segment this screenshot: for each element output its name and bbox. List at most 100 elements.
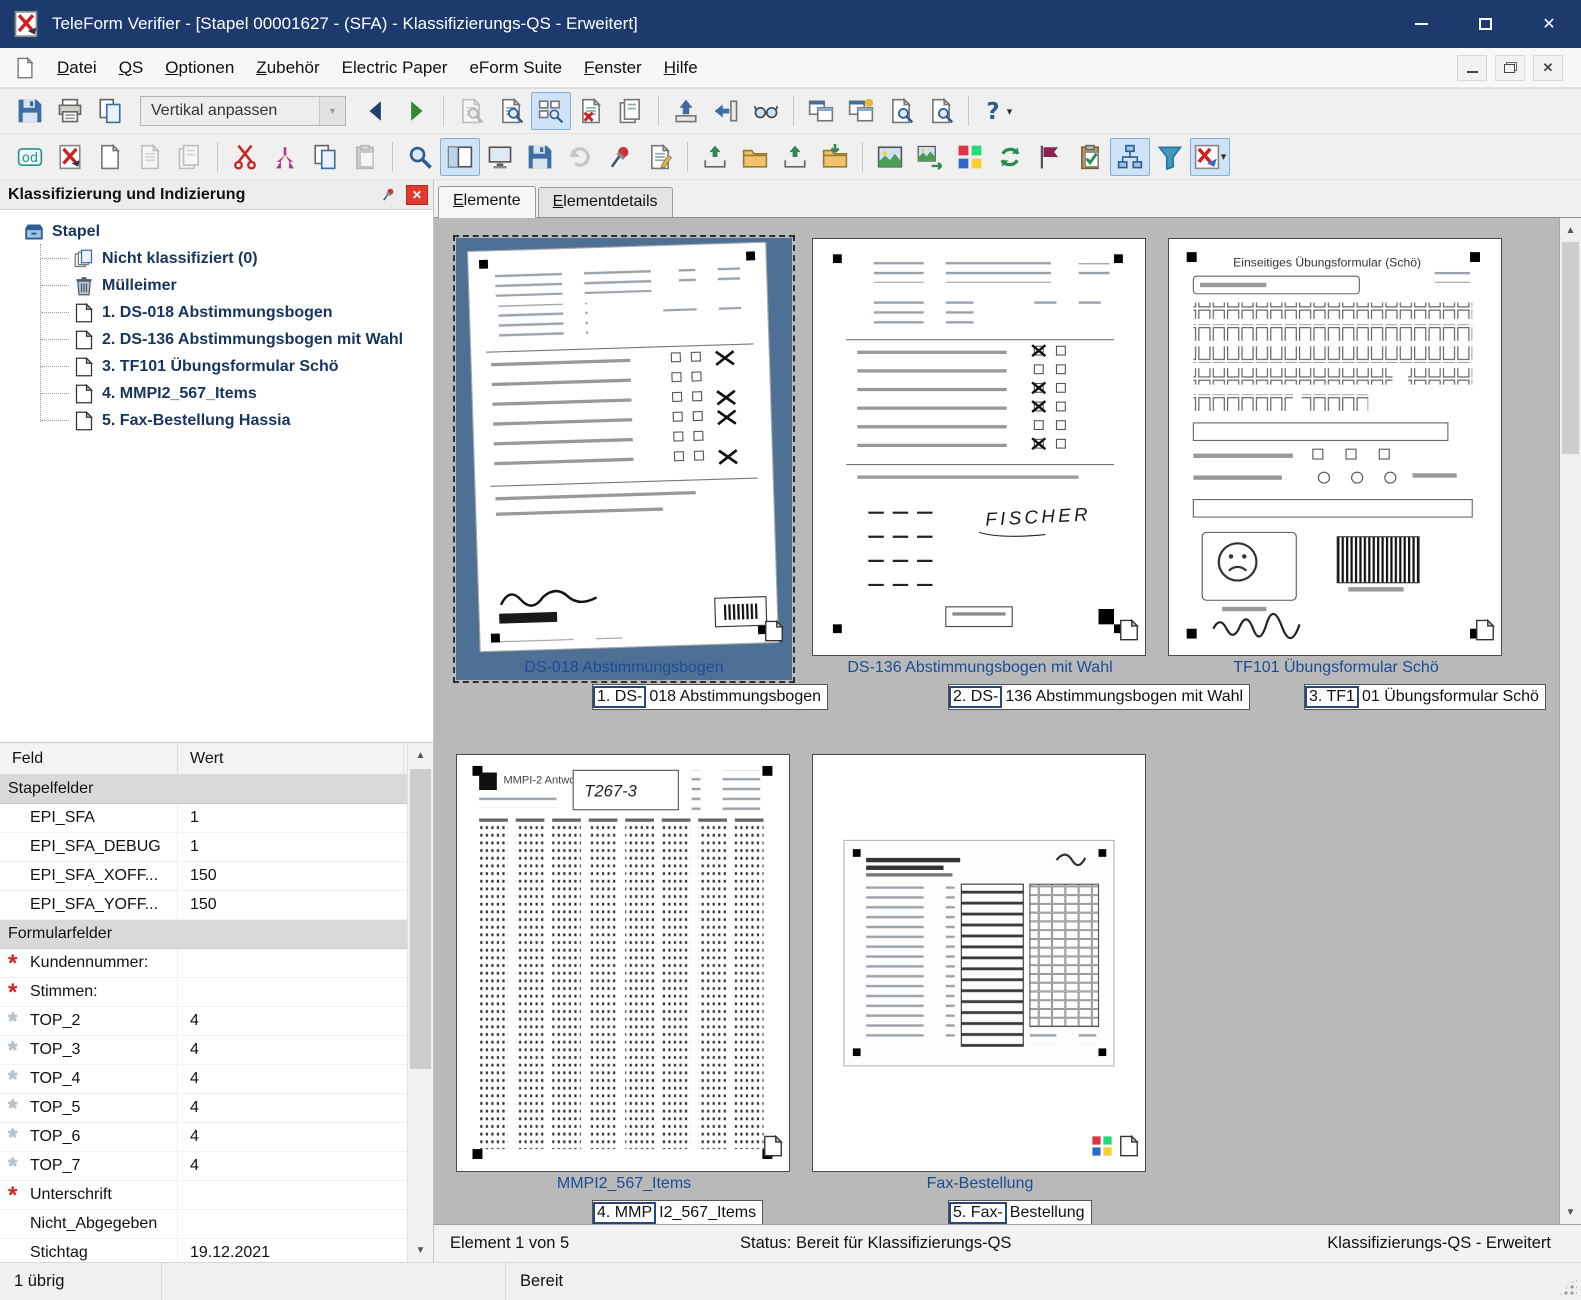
classification-label[interactable]: 5. Fax-Bestellung [948, 1200, 1092, 1224]
transfer-image-button[interactable] [910, 138, 950, 176]
filter-button[interactable] [1150, 138, 1190, 176]
tile-windows-button[interactable] [841, 92, 881, 130]
panel-close-button[interactable]: ✕ [406, 185, 428, 205]
field-row[interactable]: *TOP_24 [0, 1007, 407, 1036]
field-row[interactable]: *Stimmen: [0, 978, 407, 1007]
scroll-thumb[interactable] [410, 769, 431, 1069]
reprocess-button[interactable] [990, 138, 1030, 176]
inspect-button[interactable] [746, 92, 786, 130]
element-thumbnail-1[interactable]: DS-018 Abstimmungsbogen 1. DS-018 Abstim… [456, 238, 792, 714]
verify-fields-button[interactable] [451, 92, 491, 130]
reject-form-button[interactable] [571, 92, 611, 130]
tree-item-fax[interactable]: 5. Fax-Bestellung Hassia [0, 407, 433, 434]
thumbnail-image-4[interactable]: MMPI-2 Antwortbogen T267-3 [456, 754, 790, 1172]
mdi-restore-button[interactable] [1495, 55, 1525, 81]
cascade-windows-button[interactable] [801, 92, 841, 130]
ocr-data-button[interactable] [10, 138, 50, 176]
field-row[interactable]: EPI_SFA_YOFF...150 [0, 891, 407, 920]
menu-item-datei[interactable]: Datei [46, 51, 108, 85]
combo-dropdown-icon[interactable]: ▼ [319, 97, 345, 125]
column-header-wert[interactable]: Wert [178, 743, 404, 774]
panel-pin-button[interactable] [375, 184, 401, 206]
classification-label[interactable]: 4. MMPI2_567_Items [592, 1200, 763, 1224]
scroll-up-icon[interactable]: ▲ [1560, 218, 1581, 242]
thumbnail-image-3[interactable]: Einseitiges Übungsformular (Schö) [1168, 238, 1502, 656]
scroll-down-icon[interactable]: ▼ [408, 1238, 433, 1262]
elements-scrollbar[interactable]: ▲ ▼ [1559, 218, 1581, 1224]
previous-element-button[interactable] [356, 92, 396, 130]
element-thumbnail-4[interactable]: MMPI-2 Antwortbogen T267-3 [456, 754, 792, 1224]
menu-item-fenster[interactable]: Fenster [573, 51, 653, 85]
minimize-button[interactable] [1389, 0, 1453, 48]
resize-grip[interactable] [1557, 1278, 1577, 1298]
notes-button[interactable] [640, 138, 680, 176]
menu-item-optionen[interactable]: Optionen [154, 51, 245, 85]
tree-item-ds136[interactable]: 2. DS-136 Abstimmungsbogen mit Wahl [0, 326, 433, 353]
classification-tree-button[interactable] [1110, 138, 1150, 176]
element-thumbnail-3[interactable]: Einseitiges Übungsformular (Schö) [1168, 238, 1504, 714]
print-button[interactable] [50, 92, 90, 130]
dropdown-caret[interactable]: ▾ [1007, 105, 1013, 118]
field-row[interactable]: *TOP_64 [0, 1123, 407, 1152]
browse-elements-button[interactable] [531, 92, 571, 130]
save-button[interactable] [10, 92, 50, 130]
classification-label[interactable]: 3. TF101 Übungsformular Schö [1304, 684, 1546, 710]
close-button[interactable]: ✕ [1517, 0, 1581, 48]
classification-label[interactable]: 1. DS-018 Abstimmungsbogen [592, 684, 828, 710]
menu-item-zubehör[interactable]: Zubehör [245, 51, 330, 85]
next-element-button[interactable] [396, 92, 436, 130]
field-row[interactable]: *TOP_74 [0, 1152, 407, 1181]
copy-button[interactable] [90, 92, 130, 130]
tab-elemente[interactable]: Elemente [438, 186, 536, 218]
return-batch-button[interactable] [706, 92, 746, 130]
field-row[interactable]: Stichtag19.12.2021 [0, 1239, 407, 1262]
zoom-button[interactable] [400, 138, 440, 176]
submit-batch-button[interactable] [666, 92, 706, 130]
zoom-fit-select[interactable]: Vertikal anpassen▼ [140, 96, 346, 126]
open-batch-button[interactable] [735, 138, 775, 176]
cut-button[interactable] [225, 138, 265, 176]
classify-button[interactable] [950, 138, 990, 176]
field-row[interactable]: *TOP_44 [0, 1065, 407, 1094]
split-view-button[interactable] [440, 138, 480, 176]
paste-button[interactable] [345, 138, 385, 176]
tree-item-ds018[interactable]: 1. DS-018 Abstimmungsbogen [0, 299, 433, 326]
view-image-button[interactable] [870, 138, 910, 176]
scroll-up-icon[interactable]: ▲ [408, 743, 433, 767]
scroll-down-icon[interactable]: ▼ [1560, 1200, 1581, 1224]
tab-elementdetails[interactable]: Elementdetails [538, 187, 673, 217]
tree-item-nicht-klassifiziert[interactable]: Nicht klassifiziert (0) [0, 245, 433, 272]
menu-item-qs[interactable]: QS [108, 51, 155, 85]
scroll-thumb[interactable] [1562, 242, 1579, 454]
pin-button[interactable] [600, 138, 640, 176]
column-header-feld[interactable]: Feld [0, 743, 178, 774]
qa-checklist-button[interactable] [1070, 138, 1110, 176]
forms-queue-button[interactable] [611, 92, 651, 130]
tree-item-mmpi2[interactable]: 4. MMPI2_567_Items [0, 380, 433, 407]
help-button[interactable]: ▾ [976, 92, 1016, 130]
thumbnail-image-2[interactable]: FISCHER [812, 238, 1146, 656]
form-stack-button[interactable] [170, 138, 210, 176]
zoom-page-button[interactable] [881, 92, 921, 130]
save-image-button[interactable] [520, 138, 560, 176]
field-row[interactable]: Nicht_Abgegeben [0, 1210, 407, 1239]
teleform-verifier-button[interactable] [50, 138, 90, 176]
snapshot-button[interactable] [480, 138, 520, 176]
menu-item-electric-paper[interactable]: Electric Paper [331, 51, 459, 85]
thumbnail-image-1[interactable] [456, 238, 790, 656]
split-button[interactable] [265, 138, 305, 176]
mdi-minimize-button[interactable] [1457, 55, 1487, 81]
tree-item-muelleimer[interactable]: Mülleimer [0, 272, 433, 299]
dropdown-caret[interactable]: ▾ [1221, 150, 1227, 163]
mdi-close-button[interactable]: ✕ [1533, 55, 1563, 81]
element-thumbnail-2[interactable]: FISCHER DS-136 Abstimmungsbogen mit Wahl [812, 238, 1148, 714]
tree-item-stapel[interactable]: Stapel [0, 218, 433, 245]
field-row[interactable]: EPI_SFA_DEBUG1 [0, 833, 407, 862]
export-data-button[interactable] [775, 138, 815, 176]
menu-item-eform-suite[interactable]: eForm Suite [458, 51, 573, 85]
tree-item-tf101[interactable]: 3. TF101 Übungsformular Schö [0, 353, 433, 380]
field-row[interactable]: *TOP_34 [0, 1036, 407, 1065]
zoom-region-button[interactable] [921, 92, 961, 130]
import-batch-button[interactable] [815, 138, 855, 176]
menu-item-hilfe[interactable]: Hilfe [653, 51, 709, 85]
